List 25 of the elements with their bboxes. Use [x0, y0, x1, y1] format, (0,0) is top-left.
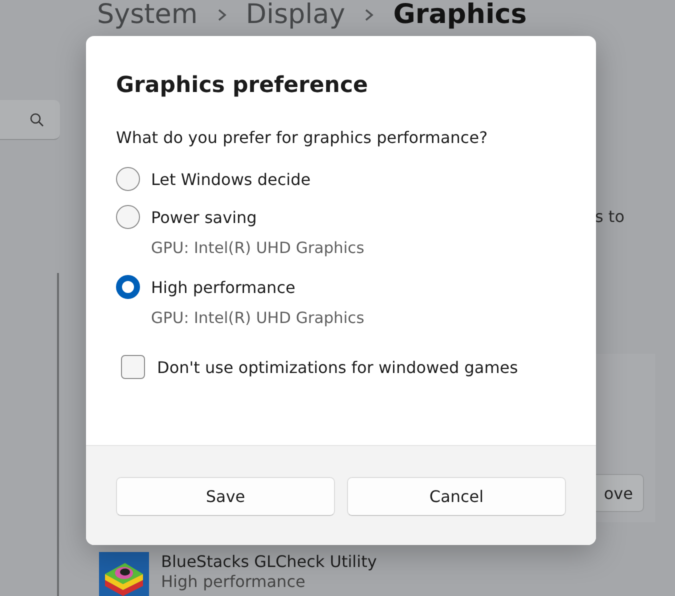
breadcrumb-item[interactable]: Graphics [393, 0, 527, 30]
radio-button[interactable] [116, 275, 140, 299]
chevron-icon [363, 8, 376, 22]
gpu-detail: GPU: Intel(R) UHD Graphics [151, 309, 366, 327]
search-icon [30, 112, 44, 126]
radio-button[interactable] [116, 205, 140, 229]
question-text: What do you prefer for graphics performance? [116, 128, 489, 147]
app-preference: High performance [161, 572, 306, 591]
breadcrumb-item[interactable]: System [97, 0, 198, 30]
app-icon [99, 552, 149, 596]
gpu-detail: GPU: Intel(R) UHD Graphics [151, 239, 366, 257]
dialog-button[interactable]: Cancel [347, 477, 566, 516]
option-label[interactable]: Power saving [151, 208, 566, 226]
dialog-title: Graphics preference [116, 73, 369, 98]
radio-button[interactable] [116, 167, 140, 191]
checkbox[interactable] [121, 355, 145, 379]
checkbox-label[interactable]: Don't use optimizations for windowed games [157, 358, 518, 376]
option-label[interactable]: Let Windows decide [151, 170, 566, 188]
app-name: BlueStacks GLCheck Utility [161, 552, 377, 571]
chevron-icon [216, 8, 228, 22]
description-text: s to [595, 207, 624, 226]
option-label[interactable]: High performance [151, 278, 566, 296]
search-field[interactable] [0, 100, 60, 140]
breadcrumb-item[interactable]: Display [246, 0, 346, 30]
dialog-button[interactable]: Save [116, 477, 335, 516]
